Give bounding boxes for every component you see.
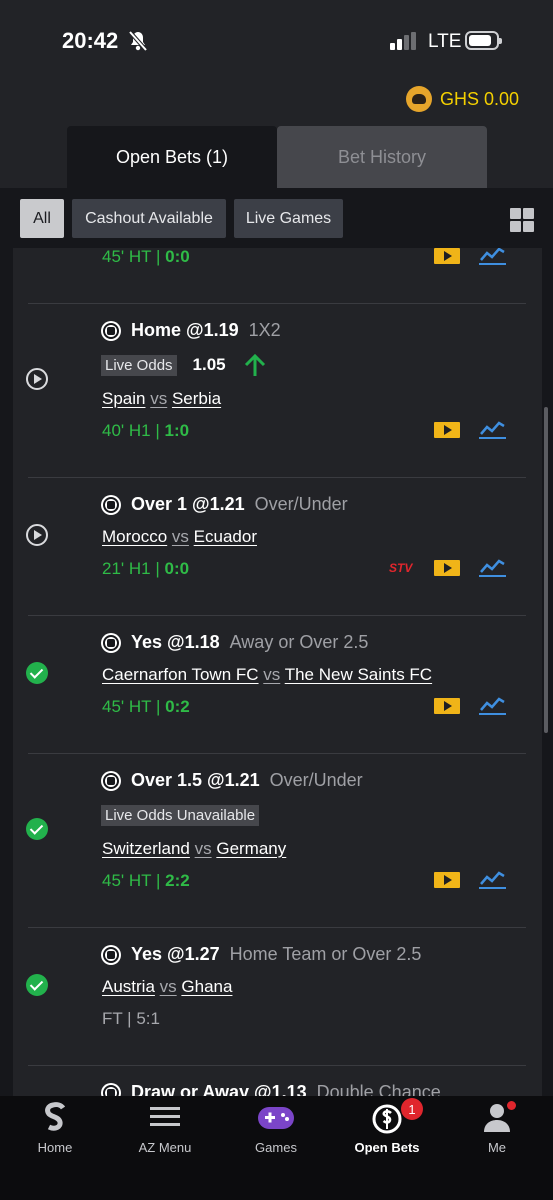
live-stream-icon[interactable]: [434, 698, 460, 714]
gamepad-icon: [258, 1107, 294, 1129]
status-bar: 20:42 LTE: [0, 0, 553, 84]
menu-icon: [150, 1107, 180, 1126]
live-odds-unavailable-badge: Live Odds Unavailable: [101, 805, 260, 826]
bet-item[interactable]: Home @1.19 1X2 Live Odds 1.05 Spain vs S…: [13, 304, 542, 478]
bet-item[interactable]: 45' HT | 0:0: [13, 248, 542, 304]
nav-home[interactable]: Home: [0, 1096, 110, 1166]
match-score: 21' H1 | 0:0: [102, 559, 190, 578]
header: GHS 0.00 Open Bets (1) Bet History All C…: [0, 84, 553, 248]
bet-selection: Home @1.19 1X2: [101, 320, 281, 341]
stv-icon[interactable]: STV: [389, 561, 412, 575]
bell-off-icon: [128, 30, 148, 52]
open-bets-icon: [372, 1104, 402, 1134]
soccer-ball-icon: [101, 770, 121, 791]
soccer-ball-icon: [101, 320, 121, 341]
match-teams[interactable]: Caernarfon Town FC vs The New Saints FC: [102, 665, 432, 685]
bet-selection: Yes @1.27 Home Team or Over 2.5: [101, 944, 421, 965]
match-teams[interactable]: Spain vs Serbia: [102, 389, 221, 409]
match-score: 45' HT | 2:2: [102, 871, 190, 890]
arrow-up-icon: [244, 353, 265, 376]
match-teams[interactable]: Austria vs Ghana: [102, 977, 232, 997]
match-teams[interactable]: Switzerland vs Germany: [102, 839, 286, 859]
live-odds-badge: Live Odds: [101, 354, 177, 376]
live-odds: Live Odds Unavailable: [101, 805, 260, 826]
filter-cashout-available[interactable]: Cashout Available: [72, 199, 226, 238]
stats-chart-icon[interactable]: [479, 419, 506, 439]
tab-bet-history[interactable]: Bet History: [277, 126, 487, 188]
filter-bar: All Cashout Available Live Games: [0, 188, 553, 248]
live-stream-icon[interactable]: [434, 560, 460, 576]
bottom-nav: Home AZ Menu Games Open Bets Me: [0, 1096, 553, 1200]
nav-open-bets[interactable]: Open Bets: [332, 1096, 442, 1166]
match-score: FT | 5:1: [102, 1009, 160, 1028]
scrollbar[interactable]: [544, 407, 548, 733]
live-odds-value: 1.05: [192, 355, 226, 374]
play-icon[interactable]: [26, 368, 48, 390]
check-icon: [26, 974, 48, 996]
wallet-icon: [405, 86, 432, 112]
balance[interactable]: GHS 0.00: [405, 84, 519, 114]
soccer-ball-icon: [101, 494, 121, 515]
match-score: 45' HT | 0:2: [102, 697, 190, 716]
notification-dot: [507, 1101, 516, 1110]
stats-chart-icon[interactable]: [479, 869, 506, 889]
bet-selection: Yes @1.18 Away or Over 2.5: [101, 632, 368, 653]
bet-item[interactable]: Draw or Away @1.13 Double Chance: [13, 1066, 542, 1096]
bet-item[interactable]: Yes @1.27 Home Team or Over 2.5 Austria …: [13, 928, 542, 1066]
bet-list: 45' HT | 0:0 Home @1.19 1X2 Live Odds 1.…: [13, 248, 542, 1096]
soccer-ball-icon: [101, 1082, 121, 1096]
soccer-ball-icon: [101, 944, 121, 965]
battery-icon: [465, 31, 502, 50]
live-stream-icon[interactable]: [434, 872, 460, 888]
stats-chart-icon[interactable]: [479, 557, 506, 577]
live-stream-icon[interactable]: [434, 422, 460, 438]
match-score: 40' H1 | 1:0: [102, 421, 190, 440]
bet-tabs: Open Bets (1) Bet History: [67, 126, 487, 188]
balance-amount: GHS 0.00: [439, 88, 519, 109]
nav-az-menu[interactable]: AZ Menu: [110, 1096, 220, 1166]
nav-me[interactable]: Me: [442, 1096, 552, 1166]
filter-all[interactable]: All: [20, 199, 64, 238]
bet-item[interactable]: Yes @1.18 Away or Over 2.5 Caernarfon To…: [13, 616, 542, 754]
open-bets-count-badge: 1: [401, 1098, 423, 1120]
bet-selection: Draw or Away @1.13 Double Chance: [101, 1082, 441, 1096]
soccer-ball-icon: [101, 632, 121, 653]
check-icon: [26, 818, 48, 840]
live-stream-icon[interactable]: [434, 248, 460, 264]
check-icon: [26, 662, 48, 684]
tab-open-bets[interactable]: Open Bets (1): [67, 126, 277, 188]
grid-view-icon[interactable]: [510, 208, 534, 232]
live-odds: Live Odds 1.05: [101, 352, 268, 378]
match-teams[interactable]: Morocco vs Ecuador: [102, 527, 257, 547]
sportybet-logo-icon: [45, 1102, 66, 1131]
bet-selection: Over 1.5 @1.21 Over/Under: [101, 770, 363, 791]
network-type: LTE: [428, 31, 462, 52]
bet-item[interactable]: Over 1 @1.21 Over/Under Morocco vs Ecuad…: [13, 478, 542, 616]
stats-chart-icon[interactable]: [479, 248, 506, 265]
stats-chart-icon[interactable]: [479, 695, 506, 715]
bet-item[interactable]: Over 1.5 @1.21 Over/Under Live Odds Unav…: [13, 754, 542, 928]
match-score: 45' HT | 0:0: [102, 248, 190, 266]
play-icon[interactable]: [26, 524, 48, 546]
nav-games[interactable]: Games: [221, 1096, 331, 1166]
status-time: 20:42: [62, 28, 119, 53]
bet-selection: Over 1 @1.21 Over/Under: [101, 494, 348, 515]
signal-icon: [390, 32, 416, 50]
filter-live-games[interactable]: Live Games: [234, 199, 343, 238]
